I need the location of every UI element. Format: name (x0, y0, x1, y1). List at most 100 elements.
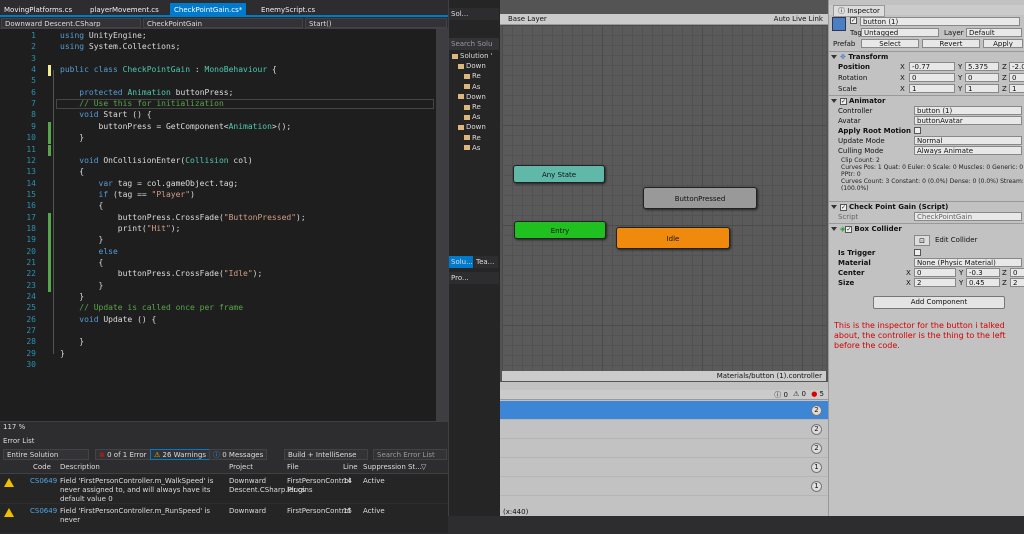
edit-collider-icon[interactable]: ⊡ (914, 235, 930, 246)
warning-count[interactable]: ⚠ 0 (793, 390, 806, 398)
messages-filter-button[interactable]: ⓘ 0 Messages (209, 449, 268, 460)
code-line[interactable]: buttonPress = GetComponent<Animation>(); (60, 122, 292, 131)
size-x-field[interactable]: 2 (914, 278, 956, 287)
update-mode-dropdown[interactable]: Normal (914, 136, 1022, 145)
error-count[interactable]: ● 5 (811, 390, 824, 398)
object-name-field[interactable]: button (1) (860, 17, 1020, 26)
layer-label[interactable]: Base Layer (508, 15, 547, 23)
center-z-field[interactable]: 0 (1010, 268, 1024, 277)
enabled-checkbox[interactable]: ✓ (845, 225, 853, 233)
scope-dropdown[interactable]: Entire Solution (3, 449, 89, 460)
position-y-field[interactable]: 5.375 (965, 62, 999, 71)
prefab-revert-button[interactable]: Revert (922, 39, 980, 48)
console-row[interactable]: 2 (500, 439, 828, 458)
code-line[interactable]: } (60, 281, 104, 290)
material-field[interactable]: None (Physic Material) (914, 258, 1022, 267)
solution-explorer-tab[interactable]: Sol... (449, 8, 499, 20)
prefab-select-button[interactable]: Select (861, 39, 919, 48)
state-graph[interactable]: Any State ButtonPressed Entry Idle (502, 25, 826, 371)
code-line[interactable]: { (60, 201, 104, 210)
method-dropdown[interactable]: Start() (305, 18, 447, 28)
properties-tab[interactable]: Pro... (449, 272, 499, 284)
error-code[interactable]: CS0649 (30, 507, 57, 516)
center-x-field[interactable]: 0 (914, 268, 956, 277)
solution-tree-item[interactable]: Down (451, 93, 499, 102)
solution-tree-item[interactable]: Re (451, 103, 499, 112)
col-code[interactable]: Code (33, 463, 51, 471)
error-row[interactable]: CS0649 Field 'FirstPersonController.m_Ru… (0, 504, 448, 534)
col-description[interactable]: Description (60, 463, 100, 471)
code-line[interactable]: else (60, 247, 118, 256)
tab-playermovement[interactable]: playerMovement.cs (86, 3, 163, 17)
solution-tree-item[interactable]: Down (451, 123, 499, 132)
col-line[interactable]: Line (343, 463, 358, 471)
prefab-apply-button[interactable]: Apply (983, 39, 1023, 48)
editor-scrollbar[interactable] (436, 29, 448, 421)
solution-tree-item[interactable]: Re (451, 72, 499, 81)
rotation-x-field[interactable]: 0 (909, 73, 955, 82)
error-code[interactable]: CS0649 (30, 477, 57, 486)
code-line[interactable]: void OnCollisionEnter(Collision col) (60, 156, 252, 165)
col-suppression[interactable]: Suppression St... (363, 463, 422, 471)
is-trigger-checkbox[interactable] (914, 249, 921, 256)
avatar-field[interactable]: buttonAvatar (914, 116, 1022, 125)
warnings-filter-button[interactable]: ⚠ 26 Warnings (150, 449, 211, 460)
code-line[interactable]: { (60, 258, 104, 267)
tab-checkpointgain[interactable]: CheckPointGain.cs* (170, 3, 247, 17)
idle-node[interactable]: Idle (616, 227, 730, 249)
col-file[interactable]: File (287, 463, 299, 471)
position-x-field[interactable]: -0.77 (909, 62, 955, 71)
auto-live-link-toggle[interactable]: Auto Live Link (774, 15, 823, 23)
animator-component-header[interactable]: ✓ Animator (829, 95, 1024, 106)
code-line[interactable]: void Start () { (60, 110, 151, 119)
solution-tree-item[interactable]: As (451, 83, 499, 92)
solution-tree-item[interactable]: Solution ' (451, 52, 499, 61)
solution-search-input[interactable]: Search Solu (449, 38, 499, 50)
tag-dropdown[interactable]: Untagged (861, 28, 939, 37)
scale-y-field[interactable]: 1 (965, 84, 999, 93)
solution-tree-item[interactable]: As (451, 113, 499, 122)
code-line[interactable]: { (60, 167, 84, 176)
button-pressed-node[interactable]: ButtonPressed (643, 187, 757, 209)
code-line[interactable]: buttonPress.CrossFade("Idle"); (60, 269, 263, 278)
zoom-level[interactable]: 117 % (3, 423, 25, 431)
enabled-checkbox[interactable]: ✓ (840, 97, 847, 105)
code-line[interactable]: print("Hit"); (60, 224, 181, 233)
root-motion-checkbox[interactable] (914, 127, 921, 134)
code-line[interactable]: if (tag == "Player") (60, 190, 195, 199)
code-line[interactable]: } (60, 292, 84, 301)
code-line[interactable]: var tag = col.gameObject.tag; (60, 179, 239, 188)
active-checkbox[interactable]: ✓ (850, 17, 857, 24)
entry-node[interactable]: Entry (514, 221, 606, 239)
log-count[interactable]: ⓘ 0 (774, 390, 788, 400)
tab-team[interactable]: Tea... (474, 256, 498, 268)
code-line[interactable]: buttonPress.CrossFade("ButtonPressed"); (60, 213, 306, 222)
transform-header[interactable]: ✥ Transform (829, 51, 1024, 62)
tab-solution[interactable]: Solu... (449, 256, 473, 268)
tab-enemyscript[interactable]: EnemyScript.cs (257, 3, 319, 17)
console-row[interactable]: 2 (500, 401, 828, 420)
console-row[interactable]: 2 (500, 420, 828, 439)
add-component-button[interactable]: Add Component (873, 296, 1005, 309)
rotation-z-field[interactable]: 0 (1009, 73, 1024, 82)
box-collider-header[interactable]: ◈✓ Box Collider (829, 223, 1024, 234)
code-line[interactable]: using System.Collections; (60, 42, 180, 51)
code-line[interactable]: // Update is called once per frame (60, 303, 243, 312)
scale-x-field[interactable]: 1 (909, 84, 955, 93)
solution-tree-item[interactable]: Down (451, 62, 499, 71)
layer-dropdown[interactable]: Default (966, 28, 1022, 37)
code-line[interactable]: public class CheckPointGain : MonoBehavi… (60, 65, 277, 74)
culling-mode-dropdown[interactable]: Always Animate (914, 146, 1022, 155)
scale-z-field[interactable]: 1 (1009, 84, 1024, 93)
position-z-field[interactable]: -2.0 (1009, 62, 1024, 71)
code-line[interactable]: } (60, 349, 65, 358)
code-line[interactable]: using UnityEngine; (60, 31, 147, 40)
code-line[interactable]: } (60, 337, 84, 346)
filter-icon[interactable]: ▽ (421, 463, 426, 471)
code-line[interactable]: } (60, 133, 84, 142)
size-y-field[interactable]: 0.45 (966, 278, 1000, 287)
class-dropdown[interactable]: CheckPointGain (143, 18, 303, 28)
error-row[interactable]: CS0649 Field 'FirstPersonController.m_Wa… (0, 474, 448, 504)
controller-field[interactable]: button (1) (914, 106, 1022, 115)
rotation-y-field[interactable]: 0 (965, 73, 999, 82)
